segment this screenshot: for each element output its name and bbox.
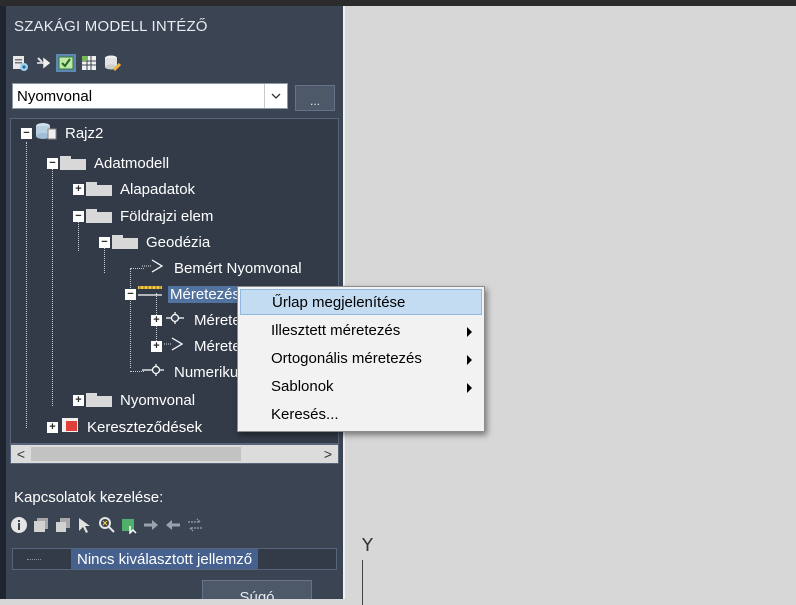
zoom-refresh-icon[interactable] (56, 54, 76, 72)
folder-icon (86, 182, 112, 196)
ucs-y-axis (362, 560, 363, 605)
stack-link-icon[interactable] (54, 516, 72, 534)
menu-item-label: Illesztett méretezés (271, 322, 401, 339)
panel-title: SZAKÁGI MODELL INTÉZŐ (14, 18, 208, 35)
tree-node-foldrajzi-elem[interactable]: − Földrajzi elem (73, 205, 215, 227)
menu-item-orthogonal-dimension[interactable]: Ortogonális méretezés (240, 346, 482, 372)
menu-item-show-form[interactable]: Űrlap megjelenítése (240, 289, 482, 315)
grid-table-icon[interactable] (79, 54, 99, 72)
submenu-arrow-icon (467, 327, 472, 337)
tree-guide (52, 164, 53, 406)
scroll-left-button[interactable]: < (11, 445, 31, 463)
line-feature-icon (142, 258, 166, 278)
line-feature-icon (164, 336, 186, 356)
zoom-icon[interactable] (98, 516, 116, 534)
help-button[interactable]: Súgó (202, 580, 312, 599)
tree-node-keresztezodesek[interactable]: + Kereszteződések (47, 416, 204, 438)
menu-item-label: Sablonok (271, 378, 334, 395)
database-icon (35, 122, 57, 144)
tree-node-label: Nyomvonal (120, 391, 196, 409)
info-icon[interactable] (10, 516, 28, 534)
point-feature-icon (164, 310, 186, 330)
tree-node-label: Geodézia (146, 233, 211, 251)
collapse-icon[interactable]: − (21, 127, 32, 139)
dimension-icon (138, 285, 162, 303)
submenu-arrow-icon (467, 383, 472, 393)
arrow-left-icon[interactable] (164, 516, 182, 534)
collapse-icon[interactable]: − (125, 288, 136, 300)
tree-guide (27, 559, 41, 560)
tree-node-label: Földrajzi elem (120, 207, 214, 225)
folder-icon (86, 209, 112, 223)
tree-node-label: Méretezés (168, 285, 243, 303)
polygon-feature-icon (61, 417, 79, 437)
tree-node-adatmodell[interactable]: − Adatmodell (47, 152, 171, 174)
no-selection-text: Nincs kiválasztott jellemző (71, 549, 259, 569)
tree-node-bemert-nyomvonal[interactable]: Bemért Nyomvonal (142, 257, 304, 279)
select-icon[interactable] (76, 516, 94, 534)
chevron-down-icon[interactable] (264, 84, 287, 108)
tree-guide (26, 142, 27, 428)
expand-icon[interactable]: + (151, 314, 162, 326)
expand-icon[interactable]: + (73, 183, 84, 195)
folder-icon (112, 235, 138, 249)
stack-icon[interactable] (32, 516, 50, 534)
point-feature-icon (142, 362, 166, 382)
scroll-right-button[interactable]: > (318, 445, 338, 463)
menu-item-label: Ortogonális méretezés (271, 350, 422, 367)
menu-item-label: Űrlap megjelenítése (272, 294, 406, 311)
add-cube-icon[interactable] (120, 516, 138, 534)
connections-toolbar (10, 516, 204, 534)
tree-node-meretezes[interactable]: − Méretezés (125, 283, 243, 305)
pin-icon[interactable] (33, 54, 53, 72)
ucs-y-label: Y (362, 535, 373, 556)
tree-node-label: Kereszteződések (87, 418, 203, 436)
folder-icon (86, 393, 112, 407)
scroll-thumb[interactable] (31, 447, 241, 461)
tree-node-alapadatok[interactable]: + Alapadatok (73, 178, 197, 200)
connections-label: Kapcsolatok kezelése: (14, 489, 164, 506)
tree-node-rajz2[interactable]: − Rajz2 (21, 122, 105, 144)
menu-item-label: Keresés... (271, 406, 339, 423)
context-menu: Űrlap megjelenítése Illesztett méretezés… (237, 286, 485, 432)
tree-node-label: Rajz2 (65, 124, 104, 142)
tree-node-label: Adatmodell (94, 154, 170, 172)
database-settings-icon[interactable] (10, 54, 30, 72)
layer-select[interactable]: Nyomvonal (12, 83, 288, 109)
tree-node-geodezia[interactable]: − Geodézia (99, 231, 212, 253)
submenu-arrow-icon (467, 355, 472, 365)
expand-icon[interactable]: + (73, 394, 84, 406)
more-options-button[interactable]: ... (295, 85, 335, 111)
arrow-right-icon[interactable] (142, 516, 160, 534)
expand-icon[interactable]: + (151, 340, 162, 352)
collapse-icon[interactable]: − (99, 236, 110, 248)
layer-select-value: Nyomvonal (17, 88, 93, 105)
collapse-icon[interactable]: − (73, 210, 84, 222)
tree-node-label: Bemért Nyomvonal (174, 259, 302, 277)
selected-feature-list[interactable]: Nincs kiválasztott jellemző (12, 548, 337, 570)
tree-node-nyomvonal[interactable]: + Nyomvonal (73, 389, 197, 411)
explorer-toolbar (10, 53, 122, 73)
menu-item-templates[interactable]: Sablonok (240, 374, 482, 400)
tree-node-label: Alapadatok (120, 180, 196, 198)
tree-horizontal-scrollbar[interactable]: < > (10, 444, 339, 464)
database-edit-icon[interactable] (102, 54, 122, 72)
collapse-icon[interactable]: − (47, 157, 58, 169)
relation-icon[interactable] (186, 516, 204, 534)
expand-icon[interactable]: + (47, 421, 58, 433)
menu-item-aligned-dimension[interactable]: Illesztett méretezés (240, 318, 482, 344)
folder-icon (60, 156, 86, 170)
menu-item-search[interactable]: Keresés... (240, 402, 482, 428)
